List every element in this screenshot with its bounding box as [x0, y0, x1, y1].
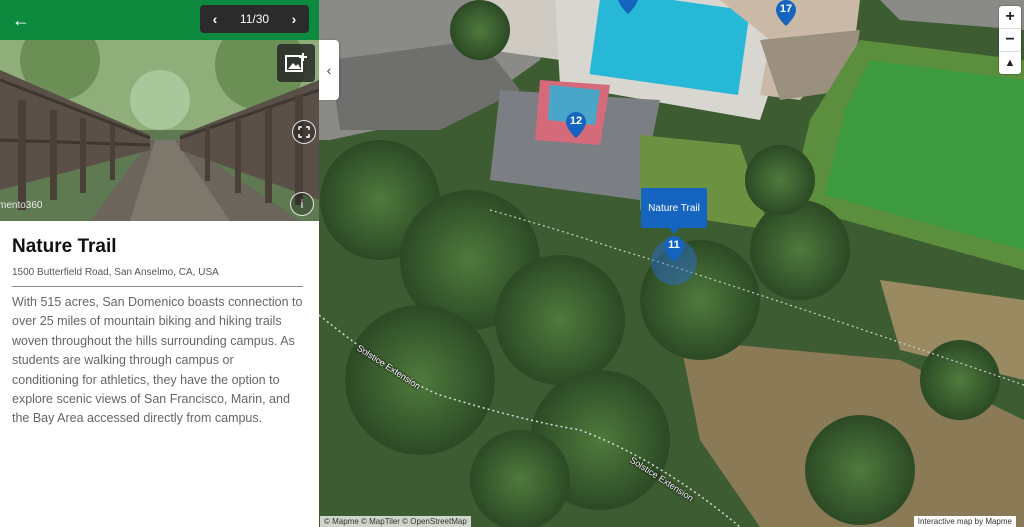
map-marker-12[interactable]: 12: [566, 112, 586, 138]
add-image-icon: [285, 53, 307, 72]
location-photo[interactable]: i mento360: [0, 40, 319, 221]
zoom-out-button[interactable]: −: [999, 29, 1021, 52]
collapse-panel-button[interactable]: ‹: [319, 40, 339, 100]
add-photo-button[interactable]: [277, 44, 315, 82]
marker-number: 17: [779, 3, 793, 15]
back-arrow-icon[interactable]: ←: [12, 10, 30, 30]
place-title: Nature Trail: [12, 236, 117, 257]
fullscreen-button[interactable]: [292, 120, 316, 144]
chevron-left-icon: ‹: [326, 62, 332, 78]
info-icon: i: [300, 197, 304, 211]
marker-number: 12: [569, 115, 583, 127]
map-marker-partial[interactable]: [618, 0, 638, 14]
selected-marker-callout[interactable]: Nature Trail: [641, 188, 707, 234]
side-panel: ← ‹ 11/30 › i mento360 Nature Trail 1500…: [0, 0, 319, 527]
marker-number: 11: [668, 239, 680, 251]
pager-count: 11/30: [239, 12, 270, 26]
fullscreen-icon: [298, 126, 310, 138]
place-address: 1500 Butterfield Road, San Anselmo, CA, …: [12, 267, 303, 287]
next-arrow-icon[interactable]: ›: [279, 11, 309, 27]
place-details: Nature Trail 1500 Butterfield Road, San …: [12, 236, 303, 429]
map-marker-17[interactable]: 17: [776, 0, 796, 26]
zoom-in-button[interactable]: +: [999, 6, 1021, 29]
bridge-photo: [0, 40, 319, 221]
zoom-controls: + − ▲: [999, 6, 1021, 74]
place-description: With 515 acres, San Domenico boasts conn…: [12, 295, 303, 426]
previous-arrow-icon[interactable]: ‹: [200, 11, 230, 27]
map-marker-11[interactable]: 11: [664, 236, 684, 262]
mapme-credit[interactable]: Interactive map by Mapme: [913, 516, 1016, 527]
panel-topbar: ← ‹ 11/30 ›: [0, 0, 319, 40]
map-attribution[interactable]: © Mapme © MapTiler © OpenStreetMap: [320, 516, 471, 527]
photo-watermark: mento360: [0, 200, 43, 211]
compass-button[interactable]: ▲: [999, 52, 1021, 74]
map-pin-icon: [618, 0, 638, 14]
pager: ‹ 11/30 ›: [200, 5, 309, 33]
info-button[interactable]: i: [290, 192, 314, 216]
